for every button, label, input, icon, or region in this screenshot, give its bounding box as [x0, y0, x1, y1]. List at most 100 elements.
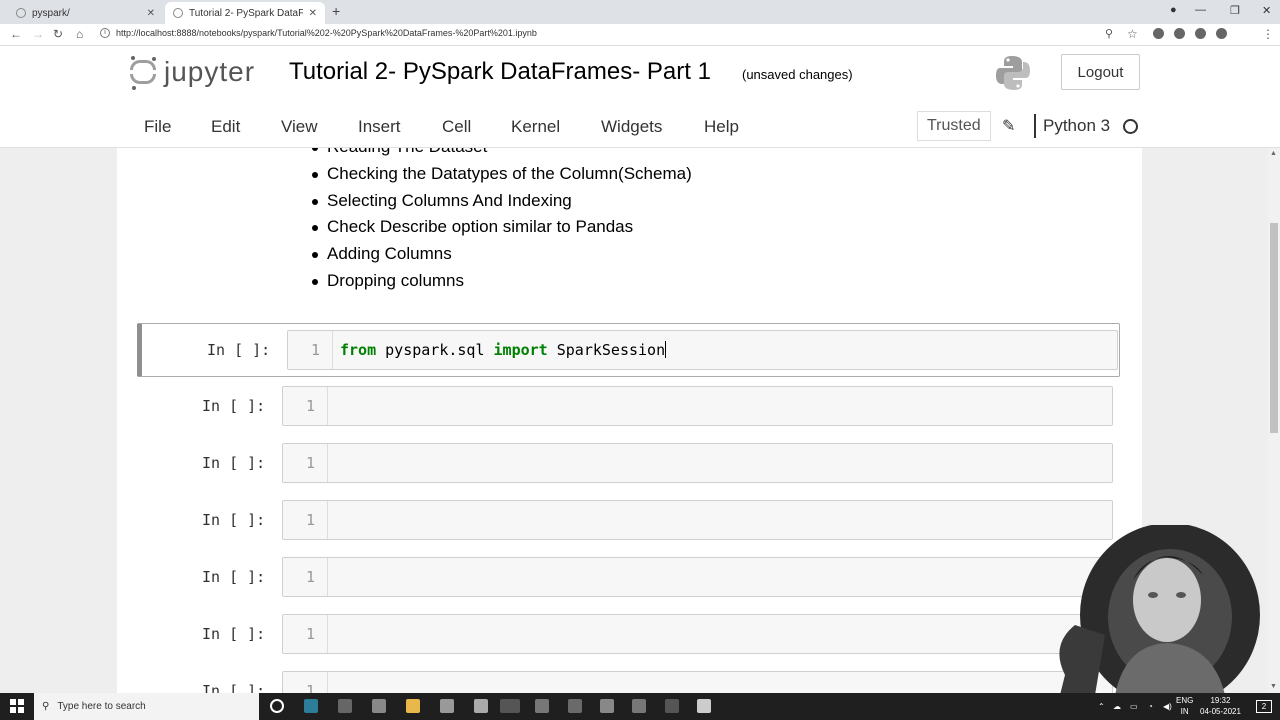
minimize-icon[interactable]: — — [1195, 4, 1206, 16]
code-cell[interactable]: In [ ]: 1 — [137, 665, 1120, 693]
taskbar-app-icon[interactable] — [440, 699, 454, 713]
notebook-title[interactable]: Tutorial 2- PySpark DataFrames- Part 1 — [289, 58, 711, 86]
line-number: 1 — [305, 511, 315, 529]
wifi-icon[interactable]: ◔ — [1148, 701, 1153, 712]
code-editor[interactable]: 1 — [282, 500, 1113, 540]
taskbar-app-icon[interactable] — [665, 699, 679, 713]
jupyter-logo[interactable]: jupyter — [128, 54, 255, 90]
taskbar-app-icon[interactable] — [474, 699, 488, 713]
code-editor[interactable]: 1 — [282, 671, 1113, 693]
taskbar-app-icon[interactable] — [697, 699, 711, 713]
zoom-icon[interactable]: ⚲ — [1105, 27, 1113, 40]
extension-icon[interactable] — [1195, 28, 1206, 39]
menu-widgets[interactable]: Widgets — [601, 117, 662, 137]
list-item: Selecting Columns And Indexing — [312, 188, 692, 215]
reload-icon[interactable]: ↻ — [53, 27, 63, 41]
taskbar-app-icon[interactable] — [632, 699, 646, 713]
forward-icon[interactable]: → — [32, 27, 44, 41]
scroll-thumb[interactable] — [1270, 223, 1278, 433]
browser-tab-pyspark[interactable]: pyspark/ ✕ — [8, 2, 163, 24]
back-icon[interactable]: ← — [10, 27, 22, 41]
code-cell[interactable]: In [ ]: 1 — [137, 551, 1120, 605]
code-editor[interactable]: 1 — [282, 443, 1113, 483]
input-prompt: In [ ]: — [202, 625, 266, 643]
input-prompt: In [ ]: — [202, 568, 266, 586]
code-editor[interactable]: 1 — [282, 557, 1113, 597]
clock-time: 19:32 — [1210, 696, 1231, 705]
bookmark-star-icon[interactable]: ☆ — [1127, 27, 1138, 41]
url-field[interactable]: i http://localhost:8888/notebooks/pyspar… — [100, 28, 537, 38]
chrome-icon[interactable] — [500, 699, 520, 713]
extensions-puzzle-icon[interactable] — [1216, 28, 1227, 39]
menu-insert[interactable]: Insert — [358, 117, 401, 137]
clock-date: 04-05-2021 — [1200, 707, 1241, 716]
input-prompt: In [ ]: — [202, 397, 266, 415]
language-indicator[interactable]: ENG IN — [1176, 695, 1193, 717]
code-cell[interactable]: In [ ]: 1 — [137, 437, 1120, 491]
list-item: Check Describe option similar to Pandas — [312, 214, 692, 241]
home-icon[interactable]: ⌂ — [76, 27, 83, 41]
code-editor[interactable]: 1 — [282, 614, 1113, 654]
list-item: Checking the Datatypes of the Column(Sch… — [312, 161, 692, 188]
network-icon[interactable]: ▭ — [1130, 701, 1138, 712]
menu-view[interactable]: View — [281, 117, 318, 137]
taskbar-app-icon[interactable] — [535, 699, 549, 713]
taskbar-app-icon[interactable] — [568, 699, 582, 713]
code-cell[interactable]: In [ ]: 1 — [137, 380, 1120, 434]
edge-icon[interactable] — [304, 699, 318, 713]
window-close-icon[interactable]: ✕ — [1262, 4, 1271, 17]
address-bar: ← → ↻ ⌂ i http://localhost:8888/notebook… — [0, 24, 1280, 65]
taskbar-app-icon[interactable] — [338, 699, 352, 713]
onedrive-icon[interactable]: ☁ — [1113, 701, 1121, 712]
new-tab-button[interactable]: + — [332, 3, 340, 19]
browser-menu-icon[interactable]: ⋮ — [1262, 27, 1274, 41]
site-info-icon[interactable]: i — [100, 28, 110, 38]
tab-close-icon[interactable]: ✕ — [309, 8, 317, 19]
save-status: (unsaved changes) — [742, 67, 853, 82]
extension-icon[interactable] — [1153, 28, 1164, 39]
notification-center-icon[interactable]: 2 — [1256, 700, 1272, 713]
code-line[interactable]: from pyspark.sql import SparkSession — [340, 341, 667, 359]
menu-help[interactable]: Help — [704, 117, 739, 137]
menu-edit[interactable]: Edit — [211, 117, 240, 137]
line-number-gutter: 1 — [283, 615, 328, 653]
taskbar-app-icon[interactable] — [600, 699, 614, 713]
taskbar-app-icon[interactable] — [372, 699, 386, 713]
list-item: Reading The Dataset — [312, 148, 692, 161]
code-cell[interactable]: In [ ]: 1 — [137, 494, 1120, 548]
code-editor[interactable]: 1 from pyspark.sql import SparkSession — [287, 330, 1118, 370]
search-icon: ⚲ — [42, 701, 50, 712]
code-cell[interactable]: In [ ]: 1 from pyspark.sql import SparkSes… — [137, 323, 1120, 377]
line-number-gutter: 1 — [288, 331, 333, 369]
taskbar-search-box[interactable]: ⚲ Type here to search — [34, 693, 259, 720]
tray-chevron-icon[interactable]: ⌃ — [1098, 701, 1105, 712]
trusted-indicator[interactable]: Trusted — [917, 111, 991, 141]
menu-file[interactable]: File — [144, 117, 171, 137]
cortana-icon[interactable] — [270, 699, 284, 713]
jupyter-logo-text: jupyter — [164, 56, 256, 87]
menu-cell[interactable]: Cell — [442, 117, 471, 137]
markdown-list: Reading The Dataset Checking the Datatyp… — [312, 148, 692, 295]
browser-tab-tutorial[interactable]: Tutorial 2- PySpark DataFrames ✕ — [165, 2, 325, 24]
maximize-icon[interactable]: ❐ — [1230, 4, 1240, 17]
tab-title: Tutorial 2- PySpark DataFrames — [189, 7, 303, 19]
jupyter-logo-icon — [128, 54, 158, 90]
volume-icon[interactable]: ◀) — [1163, 701, 1172, 712]
list-item: Dropping columns — [312, 268, 692, 295]
line-number: 1 — [305, 682, 315, 693]
windows-taskbar: ⚲ Type here to search ⌃ ☁ ▭ ◔ ◀) ENG IN … — [0, 693, 1280, 720]
code-cell[interactable]: In [ ]: 1 — [137, 608, 1120, 662]
tab-search-icon[interactable]: ● — [1170, 4, 1177, 16]
logout-button[interactable]: Logout — [1061, 54, 1140, 90]
kernel-name[interactable]: Python 3 — [1043, 116, 1110, 136]
scroll-down-icon[interactable]: ▼ — [1270, 683, 1277, 690]
menu-kernel[interactable]: Kernel — [511, 117, 560, 137]
tab-close-icon[interactable]: ✕ — [147, 8, 155, 19]
scroll-up-icon[interactable]: ▲ — [1270, 150, 1277, 157]
file-explorer-icon[interactable] — [406, 699, 420, 713]
extension-icon[interactable] — [1174, 28, 1185, 39]
code-editor[interactable]: 1 — [282, 386, 1113, 426]
tab-favicon-icon — [173, 8, 183, 18]
windows-start-icon[interactable] — [10, 699, 24, 713]
clock[interactable]: 19:32 04-05-2021 — [1200, 695, 1241, 717]
